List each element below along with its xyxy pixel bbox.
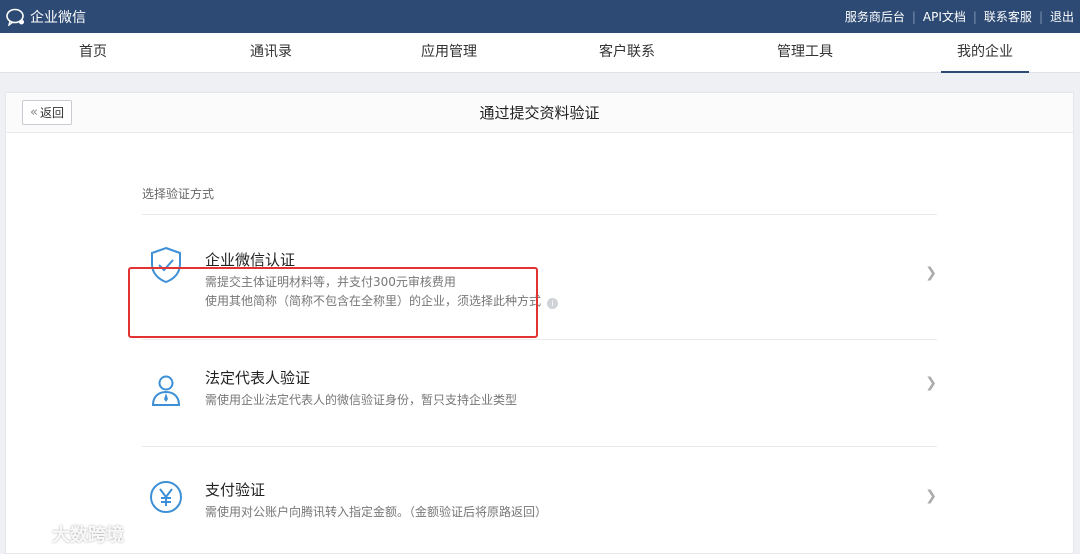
option-desc-line: 需使用企业法定代表人的微信验证身份，暂只支持企业类型 [205, 393, 518, 407]
watermark-text: 大数跨境 [52, 524, 124, 546]
tab-home[interactable]: 首页 [62, 33, 124, 73]
divider: | [1038, 9, 1043, 24]
tab-contacts[interactable]: 通讯录 [240, 33, 302, 73]
page-title: 通过提交资料验证 [479, 104, 600, 122]
top-links: 服务商后台 | API文档 | 联系客服 | 退出 [845, 8, 1074, 25]
option-title: 企业微信认证 [205, 251, 296, 269]
back-label: 返回 [39, 106, 64, 120]
divider: | [911, 9, 916, 24]
api-docs-link[interactable]: API文档 [923, 8, 966, 25]
option-desc-line: 使用其他简称（简称不包含在全称里）的企业，须选择此种方式 [205, 294, 542, 308]
wecom-logo-icon [6, 8, 26, 26]
logout-link[interactable]: 退出 [1050, 8, 1074, 25]
watermark: 大数跨境 [8, 520, 124, 547]
divider: | [972, 9, 977, 24]
info-icon[interactable]: i [547, 298, 559, 309]
option-title: 支付验证 [205, 481, 266, 499]
chevron-right-icon: ❯ [925, 488, 937, 504]
section-label: 选择验证方式 [142, 187, 215, 201]
chevron-right-icon: ❯ [925, 265, 937, 281]
service-provider-link[interactable]: 服务商后台 [845, 8, 905, 25]
tab-app-management[interactable]: 应用管理 [410, 33, 488, 73]
option-payment-verification[interactable]: 支付验证 需使用对公账户向腾讯转入指定金额。（金额验证后将原路返回） ❯ [142, 447, 937, 554]
back-button[interactable]: « 返回 [22, 100, 72, 125]
tab-my-company[interactable]: 我的企业 [941, 33, 1029, 73]
main-nav: 首页 通讯录 应用管理 客户联系 管理工具 我的企业 [0, 33, 1080, 73]
person-icon [148, 372, 184, 408]
option-title: 法定代表人验证 [205, 369, 311, 387]
card-header: 通过提交资料验证 « 返回 [6, 93, 1073, 133]
contact-support-link[interactable]: 联系客服 [984, 8, 1032, 25]
yen-icon [148, 479, 184, 515]
tab-management-tools[interactable]: 管理工具 [766, 33, 844, 73]
option-desc-line-with-info: 使用其他简称（简称不包含在全称里）的企业，须选择此种方式 i [205, 292, 559, 311]
watermark-logo-icon [8, 520, 48, 547]
option-desc-line: 需使用对公账户向腾讯转入指定金额。（金额验证后将原路返回） [205, 505, 548, 519]
tab-customer-contact[interactable]: 客户联系 [588, 33, 666, 73]
option-legal-representative[interactable]: 法定代表人验证 需使用企业法定代表人的微信验证身份，暂只支持企业类型 ❯ [142, 340, 937, 446]
double-chevron-left-icon: « [30, 105, 38, 120]
option-wecom-certification[interactable]: 企业微信认证 需提交主体证明材料等，并支付300元审核费用 使用其他简称（简称不… [142, 215, 937, 339]
top-bar: 企业微信 服务商后台 | API文档 | 联系客服 | 退出 [0, 0, 1080, 33]
brand[interactable]: 企业微信 [6, 6, 86, 28]
brand-name: 企业微信 [30, 10, 86, 26]
option-desc-line: 需提交主体证明材料等，并支付300元审核费用 [205, 275, 456, 289]
shield-check-icon [148, 245, 184, 284]
verification-card: 通过提交资料验证 « 返回 选择验证方式 企业微信认证 需提交主体证明材料等，并… [5, 92, 1074, 554]
chevron-right-icon: ❯ [925, 375, 937, 391]
